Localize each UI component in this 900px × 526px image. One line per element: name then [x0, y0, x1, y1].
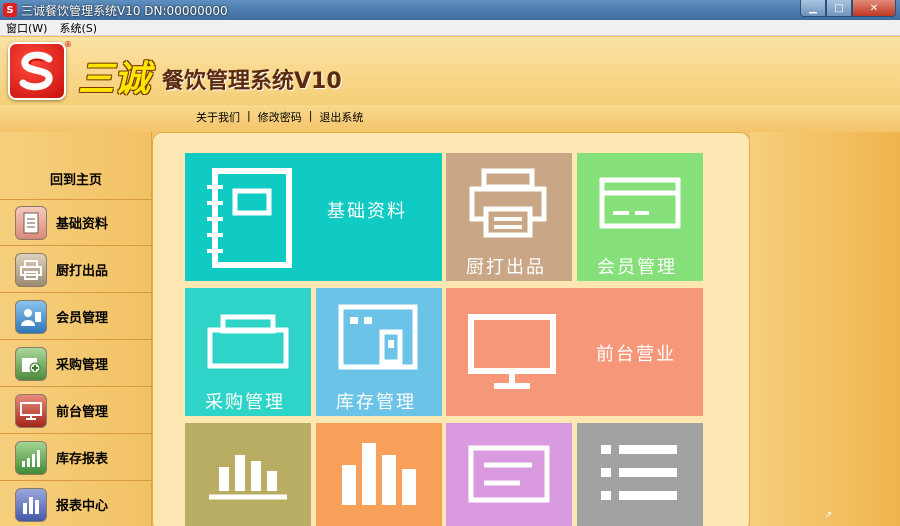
title-bar: S 三诚餐饮管理系统V10 DN:00000000 ▁ □ ✕: [0, 0, 900, 20]
maximize-button[interactable]: □: [826, 0, 852, 17]
link-strip: [0, 105, 900, 132]
printer-tray-icon: [207, 314, 289, 369]
brand-name: 三诚: [78, 58, 151, 100]
tile-front-desk[interactable]: 前台营业: [446, 288, 703, 416]
tile-label: 厨打出品: [466, 257, 546, 278]
tile-settings-list[interactable]: [577, 423, 703, 526]
sidebar-item-purchase[interactable]: 采购管理: [0, 341, 152, 387]
tile-label: 基础资料: [327, 201, 407, 222]
tile-kitchen-print[interactable]: 厨打出品: [446, 153, 572, 281]
brand-logo-icon: [8, 42, 66, 100]
sidebar-home[interactable]: 回到主页: [0, 158, 152, 200]
header-banner: ® 三诚 餐饮管理系统V10: [0, 37, 900, 105]
sidebar-item-label: 会员管理: [56, 311, 109, 326]
system-name: 餐饮管理系统V10: [162, 69, 342, 94]
bar-chart-icon: [15, 440, 47, 475]
member-icon: [15, 299, 47, 334]
sidebar-item-report-center[interactable]: 报表中心: [0, 482, 152, 526]
link-change-password[interactable]: 修改密码: [258, 109, 302, 125]
minimize-button[interactable]: ▁: [800, 0, 826, 17]
close-icon: ✕: [869, 2, 879, 14]
sidebar-item-basic-data[interactable]: 基础资料: [0, 200, 152, 246]
window-title: 三诚餐饮管理系统V10 DN:00000000: [21, 3, 228, 18]
monitor-icon: [468, 314, 556, 389]
right-background: [750, 132, 900, 526]
link-separator: |: [308, 109, 313, 122]
link-about-us[interactable]: 关于我们: [196, 109, 240, 125]
column-chart-icon: [342, 443, 416, 505]
sidebar-item-label: 前台管理: [56, 405, 109, 420]
link-logout[interactable]: 退出系统: [319, 109, 363, 125]
warehouse-icon: [338, 304, 418, 370]
card-icon: [599, 177, 681, 229]
tile-basic-data[interactable]: 基础资料: [185, 153, 442, 281]
sidebar-item-label: 采购管理: [56, 358, 109, 373]
menu-window[interactable]: 窗口(W): [0, 20, 53, 36]
tile-stock-report[interactable]: [185, 423, 311, 526]
sidebar-item-label: 报表中心: [56, 499, 109, 514]
menu-bar: 窗口(W) 系统(S): [0, 20, 900, 36]
sidebar-item-kitchen-print[interactable]: 厨打出品: [0, 247, 152, 293]
window-controls: ▁ □ ✕: [800, 0, 896, 17]
sidebar-item-label: 库存报表: [56, 452, 109, 467]
sidebar-item-label: 基础资料: [56, 217, 109, 232]
tile-members[interactable]: 会员管理: [577, 153, 703, 281]
top-links: 关于我们 | 修改密码 | 退出系统: [196, 109, 363, 125]
notebook-icon: [207, 168, 292, 268]
tile-label: 会员管理: [597, 257, 677, 278]
tile-label: 前台营业: [596, 344, 676, 365]
sidebar-item-label: 厨打出品: [56, 264, 109, 279]
form-icon: [468, 445, 550, 503]
tile-forms[interactable]: [446, 423, 572, 526]
list-icon: [601, 445, 677, 500]
menu-system[interactable]: 系统(S): [53, 20, 103, 36]
sidebar-item-members[interactable]: 会员管理: [0, 294, 152, 340]
app-icon: S: [3, 3, 17, 17]
bar-chart-icon: [209, 455, 287, 500]
link-separator: |: [247, 109, 251, 122]
corner-arrow-icon: ↗: [824, 510, 833, 521]
document-icon: [15, 205, 47, 240]
tile-statistics[interactable]: [316, 423, 442, 526]
tile-purchase[interactable]: 采购管理: [185, 288, 311, 416]
minimize-icon: ▁: [809, 2, 817, 14]
monitor-icon: [15, 393, 47, 428]
close-button[interactable]: ✕: [852, 0, 896, 17]
tile-label: 采购管理: [205, 392, 285, 413]
sidebar-item-front-desk[interactable]: 前台管理: [0, 388, 152, 434]
report-icon: [15, 487, 47, 522]
tile-inventory[interactable]: 库存管理: [316, 288, 442, 416]
purchase-icon: [15, 346, 47, 381]
sidebar: 回到主页 基础资料 厨打出品 会员管理 采购管理 前台管理 库存报表 报表中心: [0, 132, 152, 526]
tile-label: 库存管理: [336, 392, 416, 413]
sidebar-item-stock-report[interactable]: 库存报表: [0, 435, 152, 481]
printer-icon: [15, 252, 47, 287]
maximize-icon: □: [834, 2, 844, 14]
registered-mark: ®: [64, 40, 72, 49]
printer-icon: [469, 168, 547, 238]
